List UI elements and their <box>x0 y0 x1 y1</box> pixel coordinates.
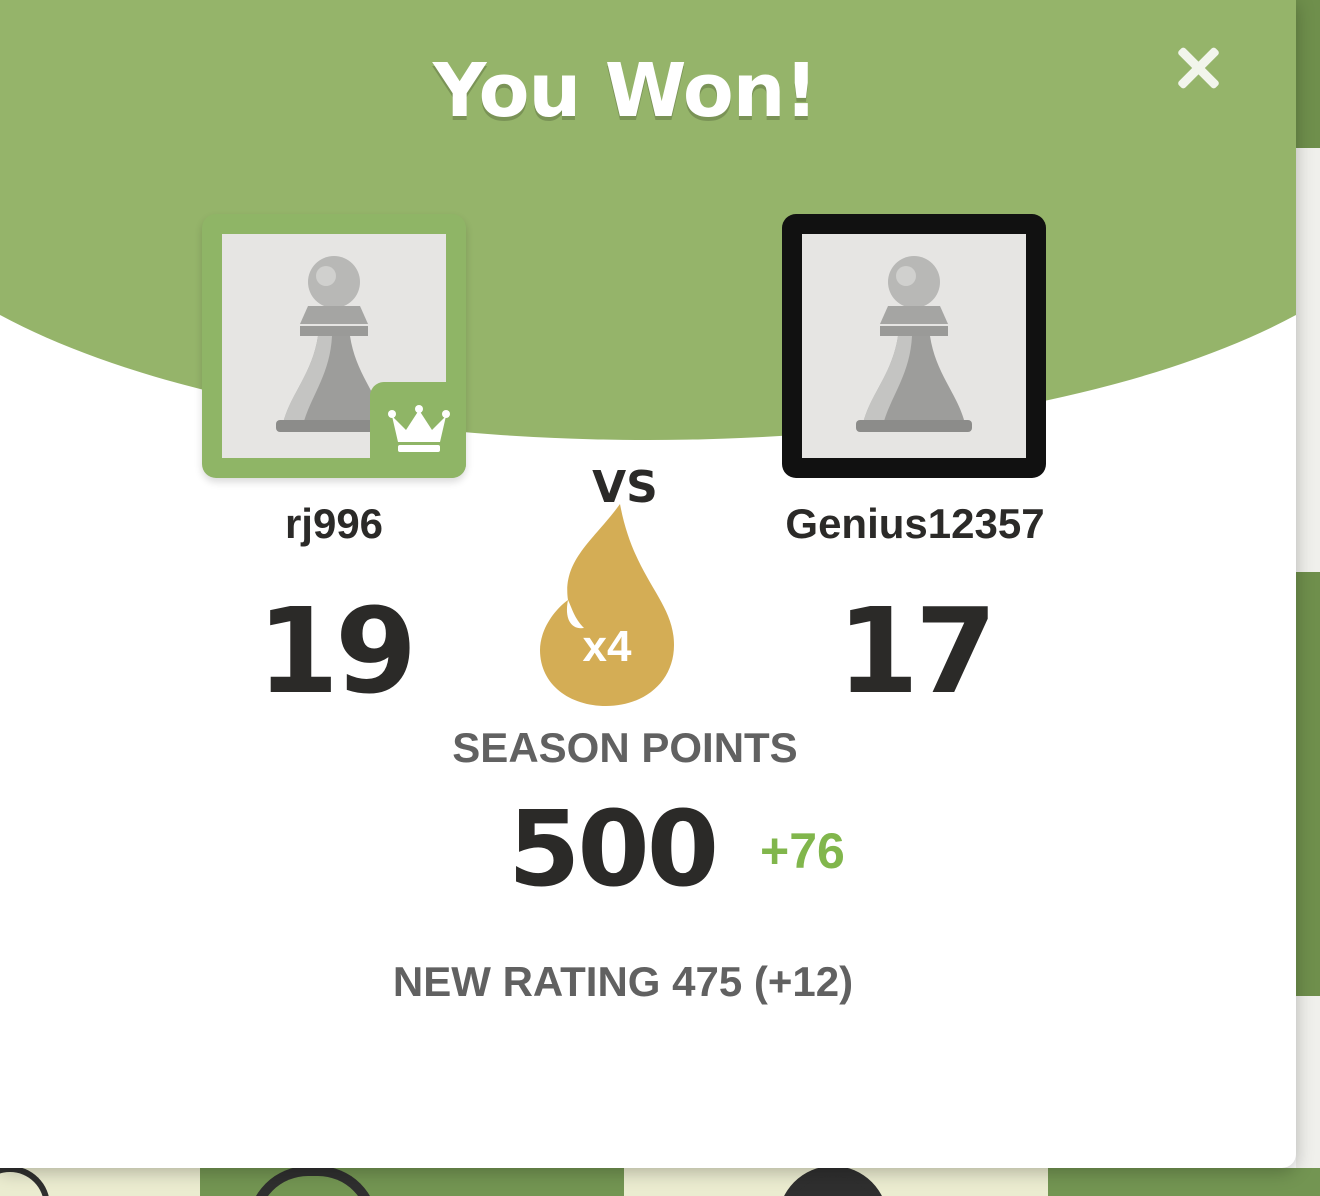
season-points-label: SEASON POINTS <box>452 724 798 771</box>
winner-badge <box>370 382 466 478</box>
opponent-name[interactable]: Genius12357 <box>740 500 1090 548</box>
player-score: 19 <box>256 582 417 720</box>
player-name[interactable]: rj996 <box>200 500 468 548</box>
streak-multiplier: x4 <box>582 622 632 671</box>
pawn-icon <box>802 234 1026 458</box>
board-square <box>1048 1168 1320 1196</box>
close-icon[interactable] <box>1166 36 1230 100</box>
opponent-score: 17 <box>836 582 997 720</box>
season-points-value: 500 <box>508 788 719 910</box>
game-over-modal: You Won! rj996 Genius12357 VS x4 19 17 S… <box>0 0 1296 1168</box>
new-rating: NEW RATING 475 (+12) <box>392 958 854 1005</box>
flame-icon <box>540 504 674 706</box>
opponent-avatar <box>782 214 1046 478</box>
board-square <box>1296 572 1320 996</box>
crown-icon <box>388 405 450 452</box>
season-points-delta: +76 <box>760 823 845 879</box>
board-square <box>1296 0 1320 148</box>
result-title: You Won! <box>432 48 818 134</box>
